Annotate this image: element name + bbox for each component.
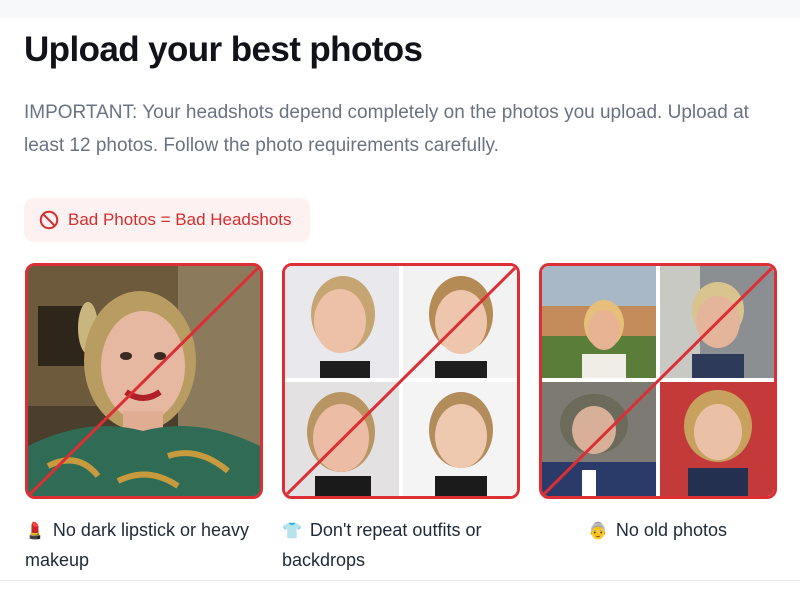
caption-text: No dark lipstick or heavy makeup [25, 520, 249, 570]
shirt-icon: 👕 [282, 523, 302, 540]
example-card-outfits [282, 263, 520, 499]
makeup-example-photo [28, 266, 260, 496]
old-person-icon: 👵 [588, 523, 608, 540]
caption-old-photos: 👵 No old photos [588, 516, 788, 546]
example-card-old-photos [539, 263, 777, 499]
example-card-makeup [25, 263, 263, 499]
lipstick-icon: 💄 [25, 523, 45, 540]
bad-photos-badge: Bad Photos = Bad Headshots [24, 198, 310, 242]
page-description: IMPORTANT: Your headshots depend complet… [24, 102, 749, 156]
page-title: Upload your best photos [24, 30, 423, 69]
old-photos-example-grid [542, 266, 774, 496]
caption-text: No old photos [615, 520, 727, 540]
bottom-strip [0, 581, 800, 600]
top-strip [0, 0, 800, 18]
caption-makeup: 💄 No dark lipstick or heavy makeup [25, 516, 255, 575]
badge-label: Bad Photos = Bad Headshots [68, 210, 292, 229]
outfits-example-grid [285, 266, 517, 496]
caption-outfits: 👕 Don't repeat outfits or backdrops [282, 516, 522, 575]
ban-icon [39, 210, 59, 230]
caption-text: Don't repeat outfits or backdrops [282, 520, 482, 570]
